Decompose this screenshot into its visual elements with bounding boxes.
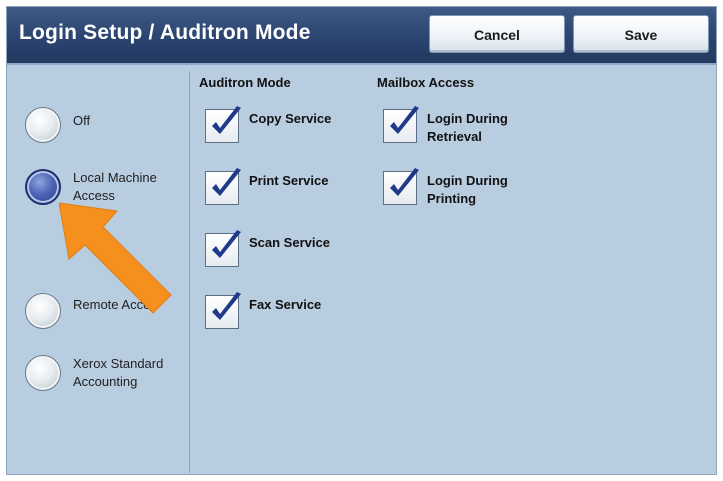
checkbox-label: Fax Service: [249, 297, 322, 312]
checkbox-label: Copy Service: [249, 111, 332, 126]
column-divider: [189, 71, 190, 473]
radio-label: Xerox Standard Accounting: [73, 356, 164, 389]
login-setup-screen: Login Setup / Auditron Mode Cancel Save …: [6, 6, 717, 475]
radio-button-selected-icon[interactable]: [25, 169, 61, 205]
radio-button-icon[interactable]: [25, 355, 61, 391]
checkbox-checked-icon[interactable]: [383, 168, 419, 205]
page-title: Login Setup / Auditron Mode: [19, 21, 311, 44]
save-button[interactable]: Save: [573, 15, 709, 53]
checkbox-checked-icon[interactable]: [205, 106, 241, 143]
auditron-mode-header: Auditron Mode: [199, 75, 291, 90]
checkbox-label: Print Service: [249, 173, 329, 188]
radio-button-icon[interactable]: [25, 107, 61, 143]
checkbox-label: Login During Retrieval: [427, 111, 508, 144]
checkbox-checked-icon[interactable]: [205, 292, 241, 329]
checkbox-label: Login During Printing: [427, 173, 508, 206]
checkbox-checked-icon[interactable]: [205, 168, 241, 205]
radio-label: Local Machine Access: [73, 170, 157, 203]
radio-label: Off: [73, 113, 91, 128]
mailbox-access-header: Mailbox Access: [377, 75, 475, 90]
checkbox-checked-icon[interactable]: [383, 106, 419, 143]
checkbox-checked-icon[interactable]: [205, 230, 241, 267]
checkbox-label: Scan Service: [249, 235, 330, 250]
cancel-button[interactable]: Cancel: [429, 15, 565, 53]
title-bar: Login Setup / Auditron Mode Cancel Save: [7, 7, 716, 65]
arrow-pointer-icon: [59, 202, 172, 314]
radio-button-icon[interactable]: [25, 293, 61, 329]
